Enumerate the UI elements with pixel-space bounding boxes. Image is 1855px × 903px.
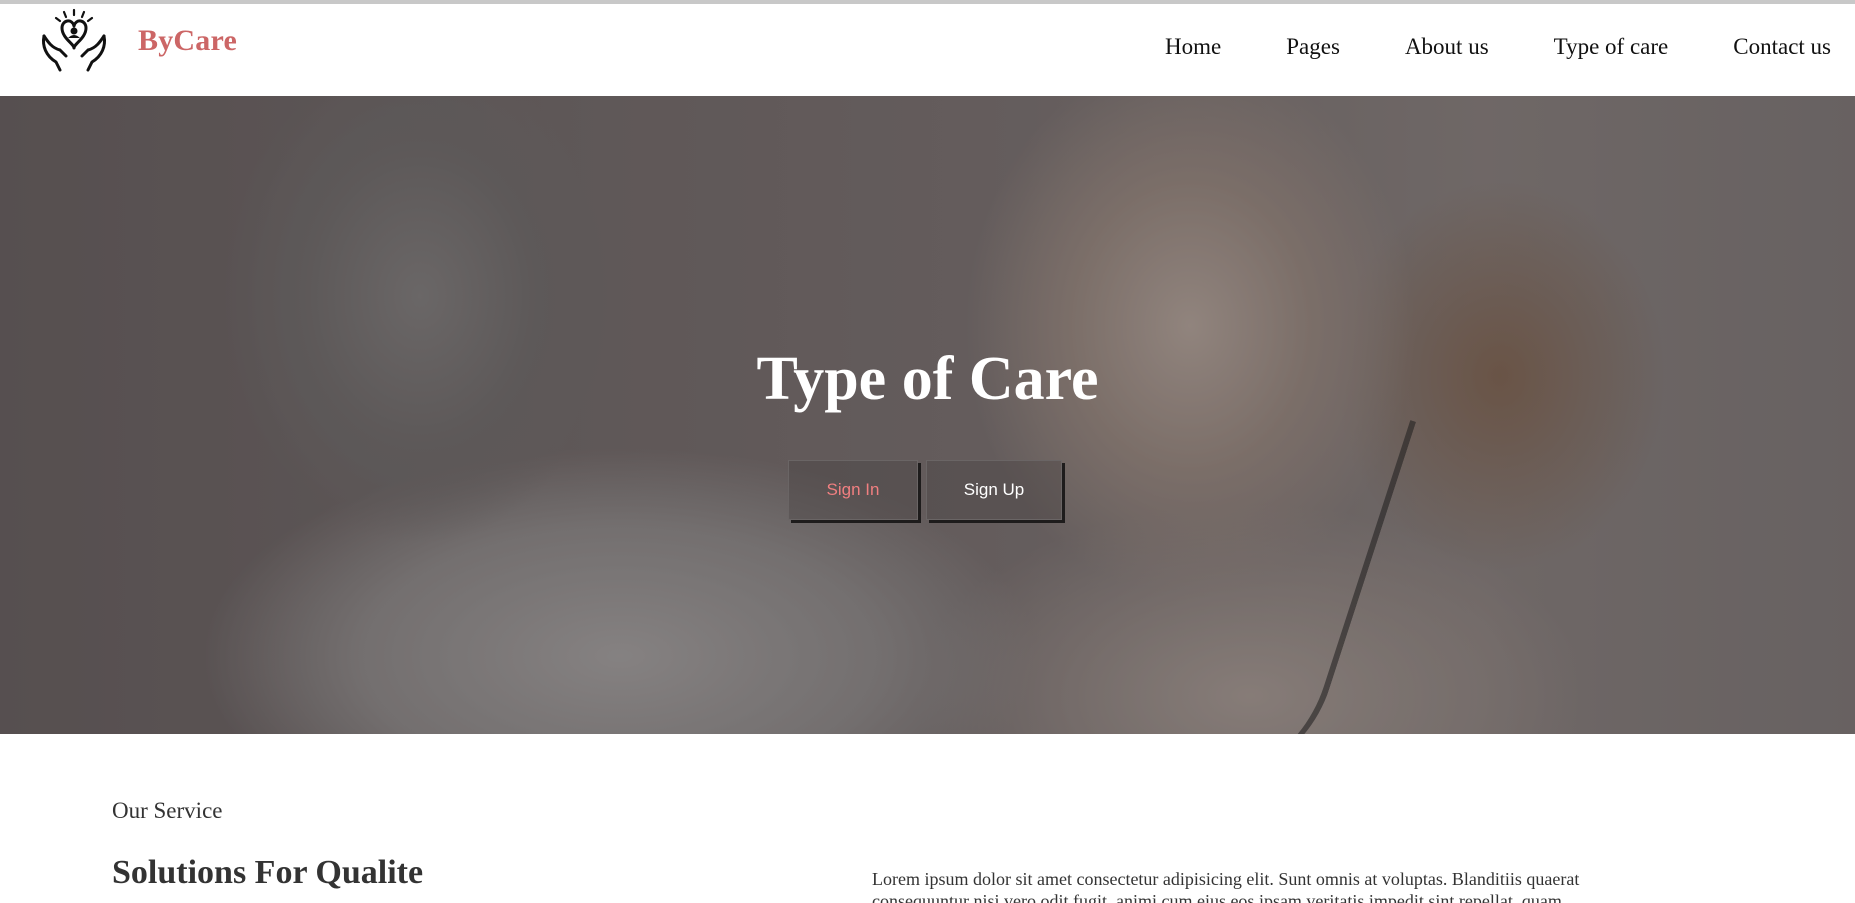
sign-in-button[interactable]: Sign In — [788, 460, 918, 520]
nav-item-contact-us[interactable]: Contact us — [1733, 34, 1831, 60]
brand-name: ByCare — [138, 24, 237, 57]
sign-up-button[interactable]: Sign Up — [926, 460, 1062, 520]
nav-item-type-of-care[interactable]: Type of care — [1554, 34, 1669, 60]
hero-title: Type of Care — [756, 345, 1099, 413]
service-section: Our Service Solutions For Qualite Lorem … — [0, 734, 1855, 903]
hero-actions: Sign In Sign Up — [788, 460, 1062, 520]
section-eyebrow: Our Service — [112, 798, 223, 823]
section-title: Solutions For Qualite — [112, 854, 424, 891]
nav-item-about-us[interactable]: About us — [1405, 34, 1489, 60]
main-nav: Home Pages About us Type of care Contact… — [1100, 34, 1855, 60]
nav-item-home[interactable]: Home — [1165, 34, 1221, 60]
section-description: Lorem ipsum dolor sit amet consectetur a… — [872, 869, 1580, 903]
care-hands-heart-icon — [36, 8, 112, 74]
hero-overlay — [0, 96, 1855, 734]
brand-link[interactable]: ByCare — [36, 6, 237, 76]
hero-banner: Type of Care Sign In Sign Up — [0, 96, 1855, 734]
site-header: ByCare Home Pages About us Type of care … — [0, 4, 1855, 96]
nav-item-pages[interactable]: Pages — [1286, 34, 1340, 60]
